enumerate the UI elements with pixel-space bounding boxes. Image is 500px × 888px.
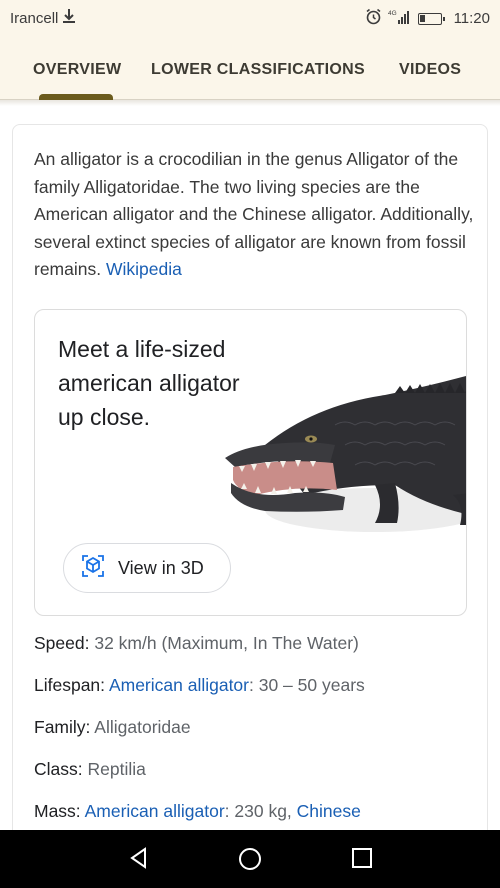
fact-value: Reptilia bbox=[87, 759, 146, 779]
american-alligator-link[interactable]: American alligator bbox=[85, 801, 225, 821]
fact-value: 32 km/h (Maximum, In The Water) bbox=[94, 633, 359, 653]
american-alligator-link[interactable]: American alligator bbox=[109, 675, 249, 695]
fact-key: Speed: bbox=[34, 633, 90, 653]
overview-card: An alligator is a crocodilian in the gen… bbox=[12, 124, 488, 844]
fact-family: Family: Alligatoridae bbox=[34, 714, 474, 756]
view-in-3d-label: View in 3D bbox=[118, 557, 204, 578]
fact-value: : 230 kg, bbox=[224, 801, 297, 821]
fact-value: : 30 – 50 years bbox=[249, 675, 365, 695]
fact-key: Class: bbox=[34, 759, 83, 779]
status-bar: Irancell 4G 11:20 bbox=[0, 0, 500, 34]
view-in-3d-button[interactable]: View in 3D bbox=[63, 543, 231, 593]
clock: 11:20 bbox=[453, 10, 490, 27]
back-triangle-icon[interactable] bbox=[128, 847, 150, 874]
carrier-name: Irancell bbox=[10, 9, 59, 27]
fact-class: Class: Reptilia bbox=[34, 756, 474, 798]
recents-square-icon[interactable] bbox=[351, 847, 373, 874]
wikipedia-link[interactable]: Wikipedia bbox=[106, 259, 182, 279]
tab-overview[interactable]: OVERVIEW bbox=[33, 61, 121, 79]
network-type: 4G bbox=[388, 10, 397, 17]
carrier-group: Irancell bbox=[10, 8, 76, 28]
chinese-alligator-link[interactable]: Chinese bbox=[297, 801, 361, 821]
battery-icon bbox=[417, 12, 445, 25]
tab-lower-classifications[interactable]: LOWER CLASSIFICATIONS bbox=[151, 61, 365, 79]
view-3d-panel[interactable]: Meet a life-sized american alligator up … bbox=[34, 309, 467, 616]
download-icon bbox=[62, 8, 76, 28]
cube-3d-icon bbox=[81, 554, 105, 583]
signal-icon: 4G bbox=[388, 9, 412, 29]
home-circle-icon[interactable] bbox=[238, 847, 262, 876]
fact-lifespan: Lifespan: American alligator: 30 – 50 ye… bbox=[34, 672, 474, 714]
fact-speed: Speed: 32 km/h (Maximum, In The Water) bbox=[34, 630, 474, 672]
system-nav-bar bbox=[0, 830, 500, 888]
tabs-shadow bbox=[0, 100, 500, 106]
fact-key: Mass: bbox=[34, 801, 81, 821]
alarm-icon bbox=[365, 8, 382, 29]
status-icons: 4G 11:20 bbox=[365, 8, 490, 29]
fact-key: Family: bbox=[34, 717, 91, 737]
alligator-image bbox=[225, 376, 466, 532]
description: An alligator is a crocodilian in the gen… bbox=[34, 146, 474, 284]
tab-videos[interactable]: VIDEOS bbox=[399, 61, 461, 79]
facts-list: Speed: 32 km/h (Maximum, In The Water) L… bbox=[34, 630, 474, 840]
tab-bar: OVERVIEW LOWER CLASSIFICATIONS VIDEOS bbox=[0, 34, 500, 100]
description-text: An alligator is a crocodilian in the gen… bbox=[34, 149, 474, 279]
fact-value: Alligatoridae bbox=[94, 717, 191, 737]
fact-key: Lifespan: bbox=[34, 675, 106, 695]
